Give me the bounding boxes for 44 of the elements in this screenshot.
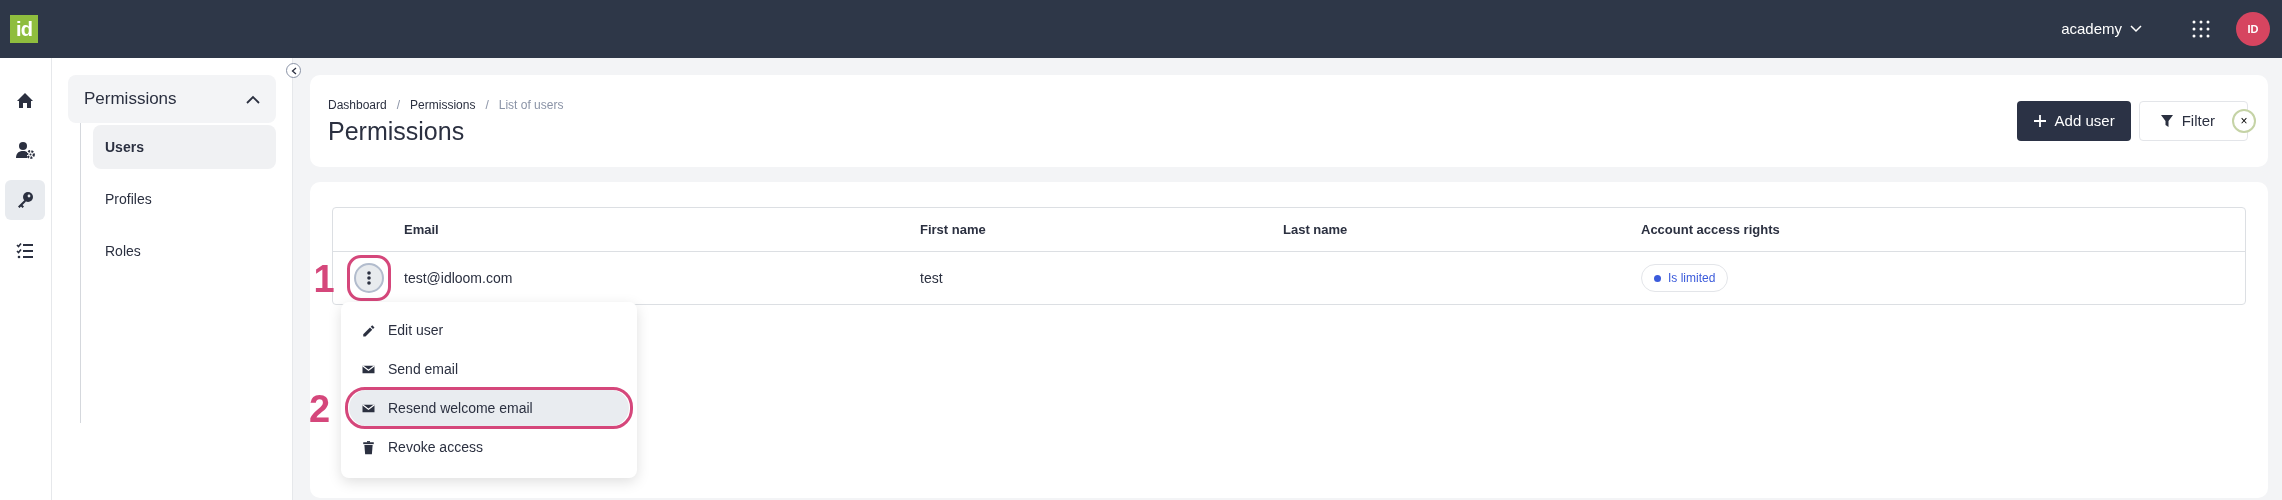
step-number: 1: [313, 260, 335, 298]
pencil-icon: [361, 322, 376, 338]
add-user-button[interactable]: Add user: [2016, 101, 2131, 141]
trash-icon: [361, 439, 376, 455]
breadcrumb-separator: /: [485, 97, 489, 114]
nav-rail-button[interactable]: [5, 180, 45, 220]
user-avatar[interactable]: ID: [2236, 12, 2270, 46]
apps-grid-icon[interactable]: [2192, 20, 2210, 38]
table-cell: test: [920, 269, 943, 286]
user-gear-icon: [15, 140, 35, 160]
breadcrumb-link[interactable]: Dashboard: [328, 96, 387, 114]
plus-icon: [2032, 114, 2047, 128]
chevron-left-icon: [290, 66, 297, 75]
breadcrumb-separator: /: [396, 97, 401, 114]
sidebar-item[interactable]: Users: [93, 125, 276, 169]
menu-item[interactable]: Edit user: [349, 312, 629, 348]
menu-item[interactable]: Send email: [349, 351, 629, 387]
key-icon: [15, 190, 35, 210]
collapse-button[interactable]: [286, 63, 301, 78]
page-title: Permissions: [328, 116, 466, 146]
logo: id: [10, 15, 38, 43]
chevron-up-icon: [246, 94, 260, 104]
column-header: Last name: [1283, 221, 1348, 237]
funnel-icon: [2159, 114, 2174, 128]
checklist-icon: [15, 240, 35, 260]
kebab-menu-icon: [366, 271, 371, 285]
sidebar-item[interactable]: Profiles: [93, 177, 276, 221]
menu-item[interactable]: Revoke access: [349, 429, 629, 465]
column-header: First name: [920, 221, 986, 237]
sidebar-item[interactable]: Roles: [93, 229, 276, 273]
table-cell: test@idloom.com: [404, 269, 513, 286]
breadcrumb-link[interactable]: Permissions: [410, 96, 476, 114]
menu-item[interactable]: Resend welcome email: [349, 390, 629, 426]
column-header: Account access rights: [1641, 221, 1780, 237]
breadcrumb-current: List of users: [498, 97, 564, 114]
row-actions-button[interactable]: [353, 263, 384, 293]
status-label: Is limited: [1668, 270, 1716, 287]
sidebar-section-header[interactable]: Permissions: [68, 75, 276, 123]
step-number: 2: [309, 390, 331, 428]
account-dropdown[interactable]: academy: [2055, 16, 2148, 42]
clear-filter-button[interactable]: ×: [2232, 109, 2256, 133]
home-icon: [15, 90, 35, 110]
column-header: Email: [404, 221, 439, 237]
chevron-down-icon: [2130, 25, 2142, 33]
